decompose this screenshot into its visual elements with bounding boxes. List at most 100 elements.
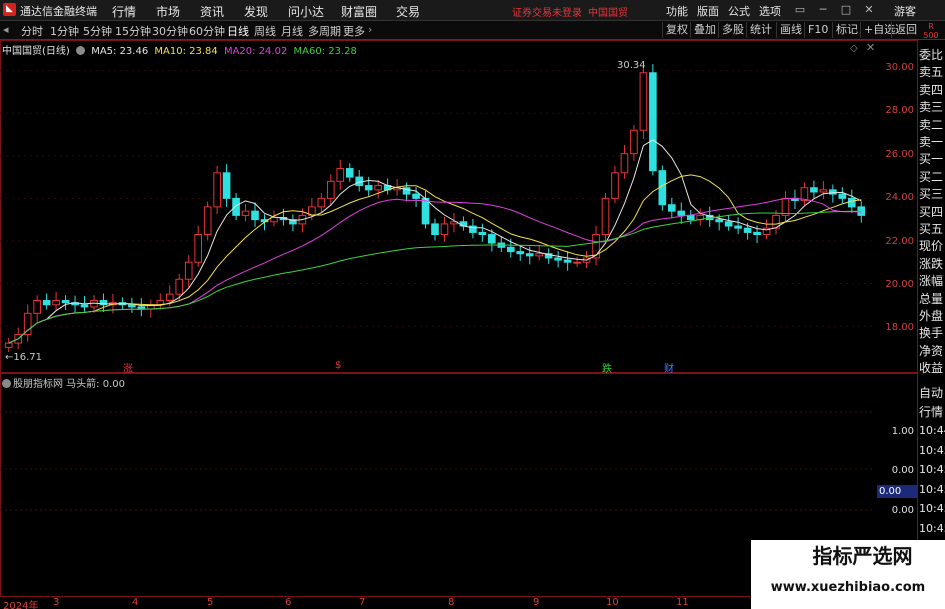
period-monthly[interactable]: 月线 bbox=[281, 23, 303, 39]
candle-body bbox=[573, 261, 581, 264]
side-item[interactable]: 总量 bbox=[919, 290, 943, 307]
chart-close-icon[interactable]: ✕ bbox=[866, 41, 875, 54]
x-tick: 6 bbox=[285, 597, 292, 608]
side-item[interactable]: 卖四 bbox=[919, 81, 943, 98]
indicator-grid bbox=[0, 411, 875, 511]
period-daily[interactable]: 日线 bbox=[227, 23, 249, 39]
side-item[interactable]: 涨幅 bbox=[919, 272, 943, 289]
candle-body bbox=[23, 312, 32, 336]
side-item[interactable]: 买五 bbox=[919, 220, 943, 237]
candle-body bbox=[421, 197, 430, 225]
candle-body bbox=[137, 306, 146, 310]
back-button[interactable]: 返回 bbox=[891, 22, 920, 38]
ma10-line bbox=[8, 174, 862, 344]
period-60min[interactable]: 60分钟 bbox=[189, 23, 225, 39]
r500-badge[interactable]: R 500 bbox=[919, 22, 943, 40]
high-annotation: 30.34 bbox=[617, 60, 646, 71]
toolbar-arrow-icon[interactable]: ◂ bbox=[3, 23, 9, 36]
settings-dot-icon[interactable] bbox=[76, 46, 85, 55]
close-icon[interactable]: ✕ bbox=[861, 2, 877, 18]
main-legend: 中国国贸(日线) MA5: 23.46 MA10: 23.84 MA20: 24… bbox=[2, 42, 360, 57]
menu-function[interactable]: 功能 bbox=[666, 3, 688, 19]
x-tick: 9 bbox=[533, 597, 540, 608]
candle-body bbox=[800, 187, 809, 201]
event-marker-dollar[interactable]: $ bbox=[335, 360, 341, 371]
overlay-button[interactable]: 叠加 bbox=[690, 22, 719, 38]
period-1min[interactable]: 1分钟 bbox=[50, 23, 79, 39]
menu-formula[interactable]: 公式 bbox=[728, 3, 750, 19]
candle-body bbox=[478, 231, 487, 236]
candle-body bbox=[61, 300, 70, 304]
side-item[interactable]: 买四 bbox=[919, 203, 943, 220]
period-weekly[interactable]: 周线 bbox=[254, 23, 276, 39]
adjust-button[interactable]: 复权 bbox=[662, 22, 691, 38]
multi-stock-button[interactable]: 多股 bbox=[718, 22, 747, 38]
minimize-icon[interactable]: ─ bbox=[815, 2, 831, 18]
side-item[interactable]: 换手 bbox=[919, 324, 943, 341]
candlestick-chart[interactable] bbox=[0, 40, 875, 373]
candle-body bbox=[184, 261, 193, 280]
period-more[interactable]: 更多 bbox=[343, 23, 365, 39]
maximize-icon[interactable]: □ bbox=[838, 2, 854, 18]
side-item[interactable]: 卖五 bbox=[919, 63, 943, 80]
candle-body bbox=[488, 234, 496, 244]
x-tick: 4 bbox=[132, 597, 139, 608]
side-item[interactable]: 买三 bbox=[919, 185, 943, 202]
candle-body bbox=[412, 193, 420, 199]
menu-layout[interactable]: 版面 bbox=[697, 3, 719, 19]
side-item[interactable]: 委比 bbox=[919, 46, 943, 63]
side-item[interactable]: 卖三 bbox=[919, 98, 943, 115]
x-tick: 10 bbox=[606, 597, 619, 608]
period-15min[interactable]: 15分钟 bbox=[115, 23, 151, 39]
login-notice[interactable]: 证券交易未登录 bbox=[512, 4, 582, 19]
period-5min[interactable]: 5分钟 bbox=[83, 23, 112, 39]
menu-ask[interactable]: 问小达 bbox=[288, 3, 324, 20]
candle-body bbox=[165, 293, 174, 302]
period-timeshare[interactable]: 分时 bbox=[21, 23, 43, 39]
menu-discover[interactable]: 发现 bbox=[244, 3, 268, 20]
menu-news[interactable]: 资讯 bbox=[200, 3, 224, 20]
stats-button[interactable]: 统计 bbox=[746, 22, 775, 38]
candle-body bbox=[440, 223, 449, 236]
side-item[interactable]: 行情 bbox=[919, 403, 943, 420]
f10-button[interactable]: F10 bbox=[804, 22, 831, 38]
price-label: 30.00 bbox=[885, 62, 914, 73]
side-item[interactable]: 卖二 bbox=[919, 116, 943, 133]
side-item[interactable]: 卖一 bbox=[919, 133, 943, 150]
side-item[interactable]: 现价 bbox=[919, 237, 943, 254]
candle-body bbox=[203, 206, 212, 236]
menu-quotes[interactable]: 行情 bbox=[112, 3, 136, 20]
more-chevron-icon[interactable]: › bbox=[368, 23, 372, 36]
window-menu-icon[interactable]: ▭ bbox=[792, 2, 808, 18]
side-item[interactable]: 买二 bbox=[919, 168, 943, 185]
period-multi[interactable]: 多周期 bbox=[308, 23, 341, 39]
side-item[interactable]: 净资 bbox=[919, 342, 943, 359]
period-toolbar: ◂ 分时 1分钟 5分钟 15分钟 30分钟 60分钟 日线 周线 月线 多周期… bbox=[0, 21, 945, 40]
side-item[interactable]: 收益 bbox=[919, 359, 943, 376]
price-label: 18.00 bbox=[885, 322, 914, 333]
current-stock-label: 中国国贸 bbox=[588, 8, 628, 19]
candle-body bbox=[336, 168, 345, 182]
candle-body bbox=[630, 129, 638, 155]
diamond-icon[interactable]: ◇ bbox=[850, 43, 858, 54]
side-item[interactable]: 外盘 bbox=[919, 307, 943, 324]
side-item[interactable]: 涨跌 bbox=[919, 255, 943, 272]
mark-button[interactable]: 标记 bbox=[832, 22, 861, 38]
candle-body bbox=[241, 210, 250, 216]
draw-line-button[interactable]: 画线 bbox=[776, 22, 805, 38]
side-item[interactable]: 自动 bbox=[919, 384, 943, 401]
period-30min[interactable]: 30分钟 bbox=[152, 23, 188, 39]
app-logo-icon: ◣ bbox=[3, 3, 16, 16]
guest-label[interactable]: 游客 bbox=[894, 3, 916, 19]
x-tick: 11 bbox=[676, 597, 689, 608]
menu-trade[interactable]: 交易 bbox=[396, 3, 420, 20]
side-item[interactable]: 买一 bbox=[919, 150, 943, 167]
candle-body bbox=[810, 187, 818, 193]
indicator-y-label: 0.00 bbox=[891, 465, 914, 476]
menu-options[interactable]: 选项 bbox=[759, 3, 781, 19]
ma5-value: MA5: 23.46 bbox=[91, 46, 149, 57]
candle-body bbox=[554, 257, 562, 261]
ma5-line bbox=[8, 139, 862, 344]
menu-wealth[interactable]: 财富圈 bbox=[341, 3, 377, 20]
menu-market[interactable]: 市场 bbox=[156, 3, 180, 20]
